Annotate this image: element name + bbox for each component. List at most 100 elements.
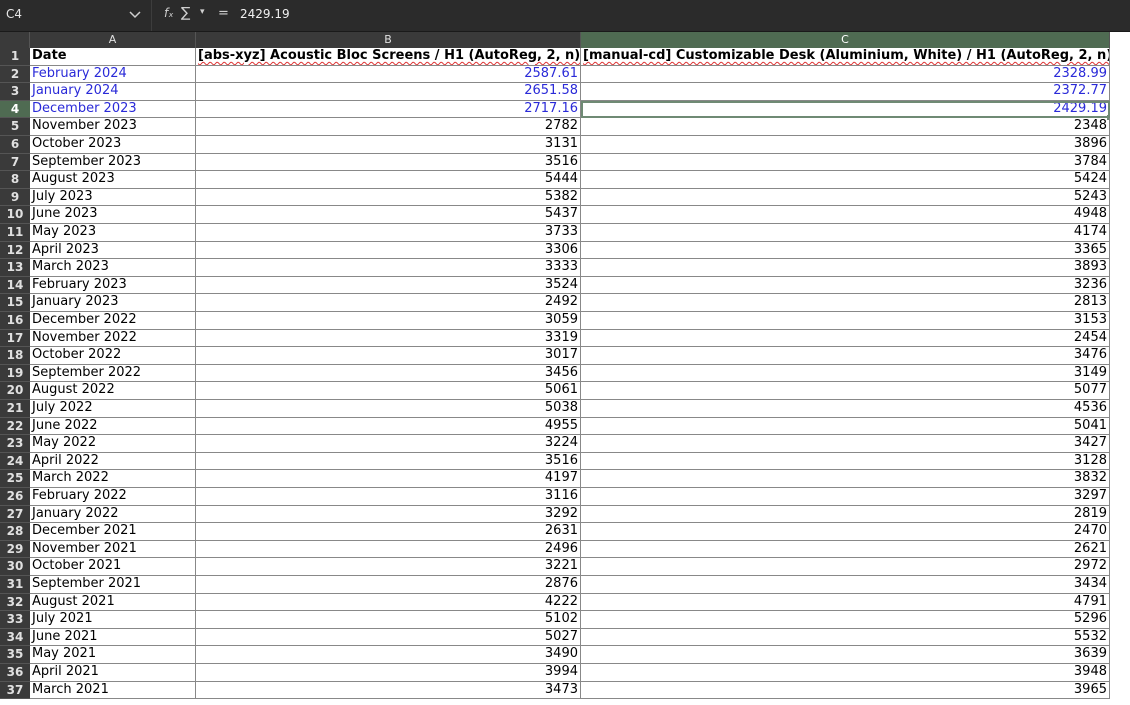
value-cell-c[interactable]: 2813: [581, 294, 1110, 312]
value-cell-c[interactable]: 2429.19: [581, 100, 1110, 119]
date-cell[interactable]: January 2023: [30, 294, 196, 312]
value-cell-b[interactable]: 3524: [196, 276, 581, 295]
value-cell-b[interactable]: 3516: [196, 452, 581, 471]
row-header[interactable]: 19: [0, 364, 30, 383]
date-cell[interactable]: October 2021: [30, 558, 196, 576]
row-header[interactable]: 16: [0, 312, 30, 330]
value-cell-b[interactable]: 3224: [196, 435, 581, 453]
row-header[interactable]: 26: [0, 488, 30, 506]
row-header[interactable]: 23: [0, 435, 30, 453]
date-cell[interactable]: October 2023: [30, 136, 196, 154]
header-cell-b[interactable]: [abs-xyz] Acoustic Bloc Screens / H1 (Au…: [196, 48, 581, 66]
date-cell[interactable]: July 2022: [30, 400, 196, 418]
row-header[interactable]: 15: [0, 294, 30, 312]
date-cell[interactable]: April 2021: [30, 664, 196, 682]
column-header-c[interactable]: C: [581, 32, 1110, 48]
date-cell[interactable]: March 2023: [30, 259, 196, 277]
date-cell[interactable]: July 2021: [30, 611, 196, 629]
sum-icon[interactable]: ∑: [181, 5, 190, 21]
row-header[interactable]: 5: [0, 118, 30, 136]
date-cell[interactable]: June 2021: [30, 628, 196, 647]
date-cell[interactable]: February 2024: [30, 65, 196, 84]
spreadsheet-grid[interactable]: A B C 1 Date [abs-xyz] Acoustic Bloc Screens …: [0, 32, 1130, 705]
date-cell[interactable]: September 2021: [30, 576, 196, 594]
row-header[interactable]: 35: [0, 646, 30, 664]
row-header[interactable]: 13: [0, 259, 30, 277]
value-cell-b[interactable]: 2496: [196, 540, 581, 559]
date-cell[interactable]: June 2023: [30, 206, 196, 224]
value-cell-c[interactable]: 3639: [581, 646, 1110, 664]
value-cell-c[interactable]: 3236: [581, 276, 1110, 295]
value-cell-c[interactable]: 3434: [581, 576, 1110, 594]
value-cell-c[interactable]: 4791: [581, 593, 1110, 612]
date-cell[interactable]: December 2023: [30, 100, 196, 119]
row-header[interactable]: 6: [0, 136, 30, 154]
value-cell-c[interactable]: 3149: [581, 364, 1110, 383]
date-cell[interactable]: August 2022: [30, 382, 196, 400]
date-cell[interactable]: May 2022: [30, 435, 196, 453]
value-cell-c[interactable]: 2348: [581, 118, 1110, 136]
value-cell-b[interactable]: 3733: [196, 224, 581, 242]
value-cell-c[interactable]: 5243: [581, 188, 1110, 207]
value-cell-c[interactable]: 4536: [581, 400, 1110, 418]
date-cell[interactable]: November 2022: [30, 329, 196, 348]
value-cell-b[interactable]: 2492: [196, 294, 581, 312]
date-cell[interactable]: January 2022: [30, 505, 196, 524]
row-header[interactable]: 14: [0, 276, 30, 295]
value-cell-b[interactable]: 3473: [196, 681, 581, 700]
value-cell-b[interactable]: 5038: [196, 400, 581, 418]
value-cell-b[interactable]: 5027: [196, 628, 581, 647]
value-cell-b[interactable]: 5444: [196, 171, 581, 189]
row-header[interactable]: 12: [0, 241, 30, 260]
row-header[interactable]: 3: [0, 83, 30, 101]
value-cell-b[interactable]: 3059: [196, 312, 581, 330]
date-cell[interactable]: September 2022: [30, 364, 196, 383]
value-cell-b[interactable]: 4222: [196, 593, 581, 612]
value-cell-b[interactable]: 2631: [196, 523, 581, 541]
row-header[interactable]: 37: [0, 681, 30, 700]
value-cell-b[interactable]: 3490: [196, 646, 581, 664]
value-cell-b[interactable]: 3116: [196, 488, 581, 506]
value-cell-c[interactable]: 5077: [581, 382, 1110, 400]
row-header[interactable]: 32: [0, 593, 30, 612]
row-header[interactable]: 24: [0, 452, 30, 471]
date-cell[interactable]: March 2021: [30, 681, 196, 700]
cell-reference[interactable]: C4: [6, 7, 22, 21]
function-wizard-icon[interactable]: fₓ: [164, 6, 174, 20]
row-header[interactable]: 11: [0, 224, 30, 242]
value-cell-c[interactable]: 5424: [581, 171, 1110, 189]
value-cell-c[interactable]: 4948: [581, 206, 1110, 224]
value-cell-c[interactable]: 2454: [581, 329, 1110, 348]
header-cell-a[interactable]: Date: [30, 48, 196, 66]
value-cell-b[interactable]: 2587.61: [196, 65, 581, 84]
value-cell-b[interactable]: 4955: [196, 417, 581, 436]
date-cell[interactable]: May 2023: [30, 224, 196, 242]
row-header[interactable]: 8: [0, 171, 30, 189]
value-cell-b[interactable]: 3319: [196, 329, 581, 348]
row-header[interactable]: 4: [0, 100, 30, 119]
value-cell-b[interactable]: 5437: [196, 206, 581, 224]
value-cell-c[interactable]: 2621: [581, 540, 1110, 559]
formula-equals-icon[interactable]: =: [218, 6, 229, 21]
row-header[interactable]: 7: [0, 153, 30, 172]
row-header[interactable]: 18: [0, 347, 30, 365]
value-cell-b[interactable]: 3017: [196, 347, 581, 365]
value-cell-c[interactable]: 5296: [581, 611, 1110, 629]
date-cell[interactable]: November 2021: [30, 540, 196, 559]
date-cell[interactable]: April 2023: [30, 241, 196, 260]
value-cell-b[interactable]: 5102: [196, 611, 581, 629]
value-cell-c[interactable]: 4174: [581, 224, 1110, 242]
value-cell-b[interactable]: 3333: [196, 259, 581, 277]
row-header[interactable]: 21: [0, 400, 30, 418]
date-cell[interactable]: August 2021: [30, 593, 196, 612]
value-cell-c[interactable]: 2328.99: [581, 65, 1110, 84]
row-header[interactable]: 2: [0, 65, 30, 84]
value-cell-b[interactable]: 2651.58: [196, 83, 581, 101]
date-cell[interactable]: October 2022: [30, 347, 196, 365]
header-cell-c[interactable]: [manual-cd] Customizable Desk (Aluminium…: [581, 48, 1110, 66]
value-cell-c[interactable]: 3476: [581, 347, 1110, 365]
row-header[interactable]: 29: [0, 540, 30, 559]
row-header[interactable]: 9: [0, 188, 30, 207]
column-header-b[interactable]: B: [196, 32, 581, 48]
value-cell-c[interactable]: 3297: [581, 488, 1110, 506]
